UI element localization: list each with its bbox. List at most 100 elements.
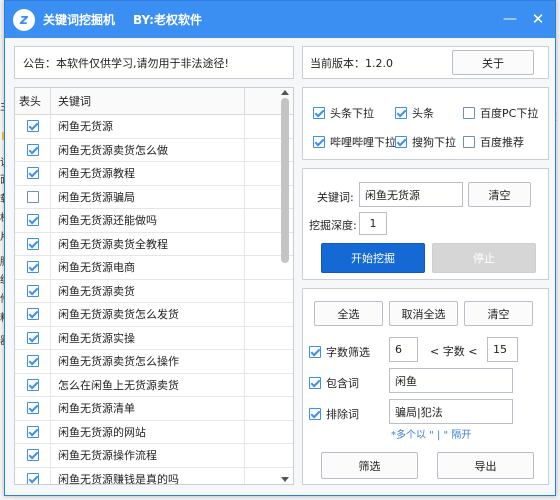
- table-row[interactable]: 闲鱼无货源实操: [15, 326, 293, 350]
- clear-results-button[interactable]: 清空: [464, 301, 533, 326]
- row-checkbox[interactable]: [26, 425, 39, 438]
- export-button[interactable]: 导出: [437, 452, 534, 479]
- checkbox[interactable]: [309, 346, 321, 358]
- checkbox[interactable]: [463, 107, 475, 119]
- option-toutiao-dropdown[interactable]: 头条下拉: [313, 105, 374, 121]
- select-all-button[interactable]: 全选: [314, 301, 383, 326]
- titlebar[interactable]: z 关键词挖掘机 BY:老权软件 — ✕: [5, 1, 555, 38]
- stop-button[interactable]: 停止: [432, 243, 536, 273]
- option-bilibili-dropdown[interactable]: 哔哩哔哩下拉: [313, 134, 396, 150]
- row-select-cell: [15, 444, 51, 467]
- row-checkbox[interactable]: [26, 449, 39, 462]
- word-count-filter-toggle[interactable]: 字数筛选: [309, 344, 370, 360]
- row-checkbox[interactable]: [26, 143, 39, 156]
- exclude-filter-toggle[interactable]: 排除词: [309, 406, 359, 422]
- keyword-input[interactable]: 闲鱼无货源: [359, 182, 463, 207]
- keyword-cell: 闲鱼无货源: [51, 115, 245, 138]
- include-words-input[interactable]: 闲鱼: [389, 368, 513, 393]
- row-checkbox[interactable]: [26, 308, 39, 321]
- start-mining-button[interactable]: 开始挖掘: [321, 243, 425, 273]
- row-select-cell: [15, 467, 51, 484]
- checkbox[interactable]: [309, 408, 321, 420]
- include-filter-toggle[interactable]: 包含词: [309, 375, 359, 391]
- table-row[interactable]: 闲鱼无货源卖货全教程: [15, 232, 293, 256]
- scroll-up-arrow-icon[interactable]: [281, 90, 289, 95]
- row-select-cell: [15, 115, 51, 138]
- keyword-cell: 闲鱼无货源的网站: [51, 420, 245, 443]
- checkbox[interactable]: [313, 136, 325, 148]
- row-checkbox[interactable]: [26, 214, 39, 227]
- minimize-button[interactable]: —: [499, 10, 521, 28]
- max-word-count-input[interactable]: 15: [487, 337, 518, 362]
- keyword-cell: 闲鱼无货源卖货全教程: [51, 232, 245, 255]
- version-panel: 当前版本：1.2.0 关于: [302, 46, 549, 79]
- row-checkbox[interactable]: [26, 237, 39, 250]
- keyword-cell: 闲鱼无货源还能做吗: [51, 209, 245, 232]
- option-sogou-dropdown[interactable]: 搜狗下拉: [395, 134, 456, 150]
- table-row[interactable]: 闲鱼无货源骗局: [15, 185, 293, 209]
- row-select-cell: [15, 138, 51, 161]
- table-row[interactable]: 怎么在闲鱼上无货源卖货: [15, 373, 293, 397]
- row-checkbox[interactable]: [26, 167, 39, 180]
- table-scrollbar[interactable]: [279, 90, 291, 482]
- option-toutiao[interactable]: 头条: [395, 105, 434, 121]
- checkbox[interactable]: [313, 107, 325, 119]
- notice-panel: 公告：本软件仅供学习,请勿用于非法途径!: [14, 46, 294, 79]
- row-checkbox[interactable]: [26, 190, 39, 203]
- table-row[interactable]: 闲鱼无货源卖货怎么做: [15, 138, 293, 162]
- table-row[interactable]: 闲鱼无货源卖货怎么操作: [15, 350, 293, 374]
- keyword-cell: 闲鱼无货源实操: [51, 326, 245, 349]
- row-checkbox[interactable]: [26, 261, 39, 274]
- checkbox[interactable]: [463, 136, 475, 148]
- option-baidu-pc-dropdown[interactable]: 百度PC下拉: [463, 105, 538, 121]
- row-select-cell: [15, 162, 51, 185]
- row-checkbox[interactable]: [26, 331, 39, 344]
- table-row[interactable]: 闲鱼无货源教程: [15, 162, 293, 186]
- filter-button[interactable]: 筛选: [321, 452, 418, 479]
- table-row[interactable]: 闲鱼无货源清单: [15, 397, 293, 421]
- option-label: 头条下拉: [330, 107, 374, 120]
- row-checkbox[interactable]: [26, 284, 39, 297]
- app-window: z 关键词挖掘机 BY:老权软件 — ✕ 公告：本软件仅供学习,请勿用于非法途径…: [4, 0, 556, 496]
- scroll-thumb[interactable]: [281, 98, 289, 263]
- close-button[interactable]: ✕: [527, 10, 549, 28]
- row-select-cell: [15, 373, 51, 396]
- depth-input[interactable]: 1: [359, 212, 387, 235]
- exclude-words-input[interactable]: 骗局|犯法: [389, 399, 513, 424]
- column-header-select[interactable]: 表头: [15, 88, 51, 114]
- about-button[interactable]: 关于: [452, 50, 534, 75]
- table-row[interactable]: 闲鱼无货源的网站: [15, 420, 293, 444]
- column-header-keyword[interactable]: 关键词: [51, 88, 245, 114]
- row-checkbox[interactable]: [26, 120, 39, 133]
- table-row[interactable]: 闲鱼无货源卖货: [15, 279, 293, 303]
- table-row[interactable]: 闲鱼无货源: [15, 115, 293, 139]
- option-label: 百度PC下拉: [480, 107, 539, 120]
- table-row[interactable]: 闲鱼无货源电商: [15, 256, 293, 280]
- row-select-cell: [15, 232, 51, 255]
- table-row[interactable]: 闲鱼无货源操作流程: [15, 444, 293, 468]
- row-checkbox[interactable]: [26, 402, 39, 415]
- table-body: 闲鱼无货源 闲鱼无货源卖货怎么做 闲鱼无货源教程 闲鱼无货源骗局 闲鱼无货源还能做吗 闲鱼…: [15, 115, 293, 484]
- checkbox[interactable]: [309, 377, 321, 389]
- keyword-table: 表头 关键词 闲鱼无货源 闲鱼无货源卖货怎么做 闲鱼无货源教程 闲鱼无货源骗局 闲鱼无货…: [14, 87, 294, 485]
- notice-text: 公告：本软件仅供学习,请勿用于非法途径!: [23, 56, 229, 70]
- row-checkbox[interactable]: [26, 472, 39, 484]
- option-baidu-recommend[interactable]: 百度推荐: [463, 134, 524, 150]
- table-row[interactable]: 闲鱼无货源卖货怎么发货: [15, 303, 293, 327]
- table-row[interactable]: 闲鱼无货源赚钱是真的吗: [15, 467, 293, 484]
- min-word-count-input[interactable]: 6: [389, 337, 418, 362]
- option-label: 百度推荐: [480, 136, 524, 149]
- checkbox[interactable]: [395, 107, 407, 119]
- option-label: 哔哩哔哩下拉: [330, 136, 396, 149]
- clear-keyword-button[interactable]: 清空: [468, 182, 531, 207]
- deselect-all-button[interactable]: 取消全选: [389, 301, 458, 326]
- row-checkbox[interactable]: [26, 378, 39, 391]
- keyword-cell: 闲鱼无货源卖货: [51, 279, 245, 302]
- scroll-down-arrow-icon[interactable]: [281, 477, 289, 482]
- table-row[interactable]: 闲鱼无货源还能做吗: [15, 209, 293, 233]
- keyword-cell: 闲鱼无货源清单: [51, 397, 245, 420]
- row-checkbox[interactable]: [26, 355, 39, 368]
- keyword-cell: 闲鱼无货源卖货怎么操作: [51, 350, 245, 373]
- column-header-empty: [245, 88, 279, 114]
- checkbox[interactable]: [395, 136, 407, 148]
